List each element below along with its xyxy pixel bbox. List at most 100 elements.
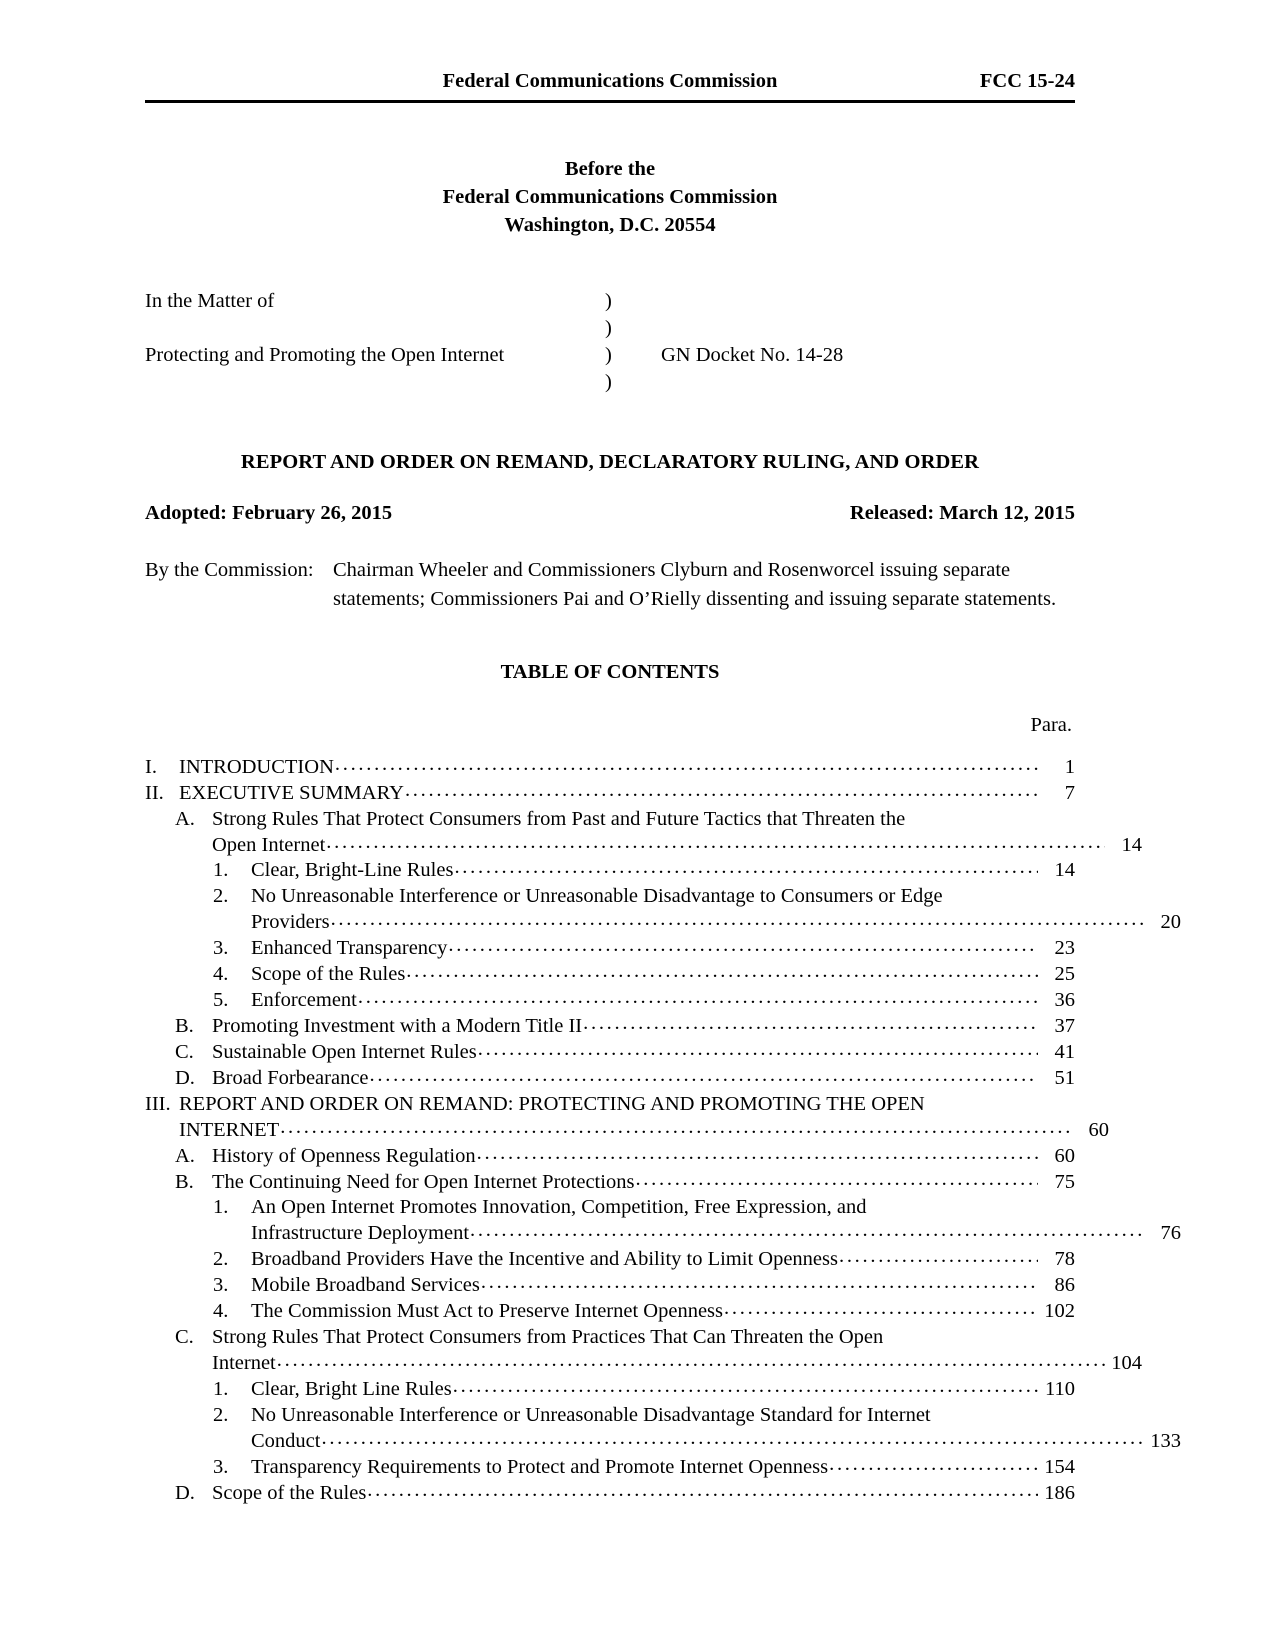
toc-entry-page: 75 <box>1054 1170 1076 1193</box>
toc-entry-page: 41 <box>1054 1040 1076 1063</box>
toc-entry-line: II. EXECUTIVE SUMMARY 7 <box>145 781 1075 807</box>
running-header-doc-number: FCC 15-24 <box>979 70 1075 92</box>
toc-entry-label: Mobile Broadband Services <box>251 1274 480 1297</box>
toc-entry[interactable]: 4. The Commission Must Act to Preserve In… <box>145 1299 1075 1325</box>
caption-paren: ) <box>605 290 612 313</box>
toc-entry-marker: A. <box>175 807 195 830</box>
toc-entry-label: Clear, Bright Line Rules <box>251 1377 452 1400</box>
toc-entry[interactable]: III. REPORT AND ORDER ON REMAND: PROTECTI… <box>145 1092 1109 1144</box>
toc-leader-dots <box>448 933 1038 959</box>
page-content: Federal Communications Commission FCC 15… <box>145 0 1181 1507</box>
toc-entry-label-cont: Conduct <box>251 1429 321 1452</box>
toc-entry-page: 104 <box>1111 1352 1142 1374</box>
toc-entry-page: 36 <box>1054 989 1076 1012</box>
toc-entry[interactable]: B. The Continuing Need for Open Internet … <box>145 1170 1075 1196</box>
toc-entry-line: 1. Clear, Bright-Line Rules 14 <box>145 858 1075 884</box>
toc-entry-marker: C. <box>175 1040 194 1063</box>
toc-entry-page: 60 <box>1054 1144 1076 1167</box>
toc-entry-page: 110 <box>1045 1377 1075 1400</box>
toc-entry-page: 14 <box>1054 859 1076 882</box>
toc-entry-page: 7 <box>1064 781 1075 804</box>
by-the-commission-text: Chairman Wheeler and Commissioners Clybu… <box>333 559 1057 610</box>
toc-leader-dots <box>481 1270 1038 1296</box>
toc-entry-line: 1. Clear, Bright Line Rules 110 <box>145 1377 1075 1403</box>
toc-entry-marker: 4. <box>213 963 229 986</box>
toc-entry-page: 60 <box>1088 1118 1110 1141</box>
toc-entry-page: 25 <box>1054 963 1076 986</box>
toc-entry-line: 4. The Commission Must Act to Preserve In… <box>145 1299 1075 1325</box>
toc-leader-dots <box>478 1037 1038 1063</box>
toc-entry-line: Infrastructure Deployment 76 <box>251 1221 1181 1247</box>
toc-leader-dots <box>583 1011 1038 1037</box>
toc-entry[interactable]: 2. No Unreasonable Interference or Unreas… <box>145 1403 1181 1455</box>
toc-entry[interactable]: II. EXECUTIVE SUMMARY 7 <box>145 781 1075 807</box>
toc-entry[interactable]: 1. An Open Internet Promotes Innovation, … <box>145 1195 1181 1247</box>
matter-row: In the Matter of ) <box>145 291 1075 318</box>
caption-paren: ) <box>605 317 612 340</box>
toc-entry-marker: 3. <box>213 1455 229 1478</box>
toc-entry-label: History of Openness Regulation <box>212 1144 476 1167</box>
toc-leader-dots <box>405 778 1038 804</box>
toc-leader-dots <box>321 1426 1144 1452</box>
toc-entry-marker: 2. <box>213 885 229 908</box>
toc-entry-marker: 3. <box>213 1274 229 1297</box>
toc-leader-dots <box>277 1348 1105 1374</box>
toc-leader-dots <box>331 907 1144 933</box>
toc-leader-dots <box>453 1374 1038 1400</box>
toc-entry-marker: III. <box>145 1092 171 1115</box>
toc-entry-marker: 2. <box>213 1248 229 1271</box>
toc-entry[interactable]: D. Broad Forbearance 51 <box>145 1066 1075 1092</box>
toc-entry[interactable]: C. Strong Rules That Protect Consumers fr… <box>145 1325 1142 1377</box>
order-title: REPORT AND ORDER ON REMAND, DECLARATORY … <box>240 451 980 474</box>
toc-leader-dots <box>326 830 1105 856</box>
toc-entry[interactable]: D. Scope of the Rules 186 <box>145 1481 1075 1507</box>
toc-entry-marker: B. <box>175 1170 194 1193</box>
caption-paren: ) <box>605 344 612 367</box>
matter-row: Protecting and Promoting the Open Intern… <box>145 345 1075 372</box>
toc-entry-page: 23 <box>1054 937 1076 960</box>
document-page: Federal Communications Commission FCC 15… <box>0 0 1275 1650</box>
released-date: Released: March 12, 2015 <box>849 502 1075 525</box>
docket-number: GN Docket No. 14-28 <box>661 344 844 367</box>
matter-subject: Protecting and Promoting the Open Intern… <box>145 344 505 367</box>
toc-entry-page: 154 <box>1044 1455 1075 1478</box>
toc-leader-dots <box>280 1115 1072 1141</box>
toc-entry-label: Enforcement <box>251 989 357 1012</box>
toc-entry-page: 20 <box>1160 911 1182 934</box>
toc-entry-page: 102 <box>1044 1300 1075 1323</box>
matter-row: ) <box>145 318 1075 345</box>
toc-leader-dots <box>635 1167 1038 1193</box>
toc-leader-dots <box>829 1452 1038 1478</box>
toc-entry-marker: 2. <box>213 1403 229 1426</box>
caption-before-the: Before the <box>564 158 656 180</box>
toc-entry[interactable]: 2. No Unreasonable Interference or Unreas… <box>145 884 1181 936</box>
caption-matter-block: In the Matter of ) ) Protecting and Prom… <box>145 291 1075 399</box>
toc-entry[interactable]: 1. Clear, Bright-Line Rules 14 <box>145 858 1075 884</box>
by-the-commission: By the Commission: Chairman Wheeler and … <box>145 556 1075 613</box>
caption-location: Washington, D.C. 20554 <box>504 214 716 237</box>
toc-entry-marker: 5. <box>213 989 229 1012</box>
caption-paren: ) <box>605 371 612 394</box>
running-header: Federal Communications Commission FCC 15… <box>145 62 1075 103</box>
toc-entry-label-cont: Infrastructure Deployment <box>251 1222 470 1245</box>
toc-leader-dots <box>454 855 1038 881</box>
toc-entry-label: The Continuing Need for Open Internet Pr… <box>212 1170 635 1193</box>
toc-entry-line: D. Broad Forbearance 51 <box>145 1066 1075 1092</box>
toc-entry-marker: 4. <box>213 1300 229 1323</box>
toc-entry-label: EXECUTIVE SUMMARY <box>179 781 404 804</box>
toc-entry-label: The Commission Must Act to Preserve Inte… <box>251 1300 724 1323</box>
toc-leader-dots <box>839 1244 1038 1270</box>
toc-entry-label: Clear, Bright-Line Rules <box>251 859 454 882</box>
matter-row: ) <box>145 372 1075 399</box>
toc-entry-label: Scope of the Rules <box>212 1481 367 1504</box>
toc-entry-label-cont: INTERNET <box>179 1118 280 1141</box>
toc-entry-marker: 1. <box>213 859 229 882</box>
toc-entry[interactable]: A. Strong Rules That Protect Consumers fr… <box>145 807 1142 859</box>
toc-entry-page: 86 <box>1054 1274 1076 1297</box>
toc-entry-label-cont: Open Internet <box>212 833 326 856</box>
toc-entry-marker: I. <box>145 755 157 778</box>
toc-entry[interactable]: 1. Clear, Bright Line Rules 110 <box>145 1377 1075 1403</box>
toc-entry-page: 186 <box>1044 1481 1075 1504</box>
toc-entry-page: 76 <box>1160 1222 1182 1245</box>
toc-entry-line: B. The Continuing Need for Open Internet … <box>145 1170 1075 1196</box>
